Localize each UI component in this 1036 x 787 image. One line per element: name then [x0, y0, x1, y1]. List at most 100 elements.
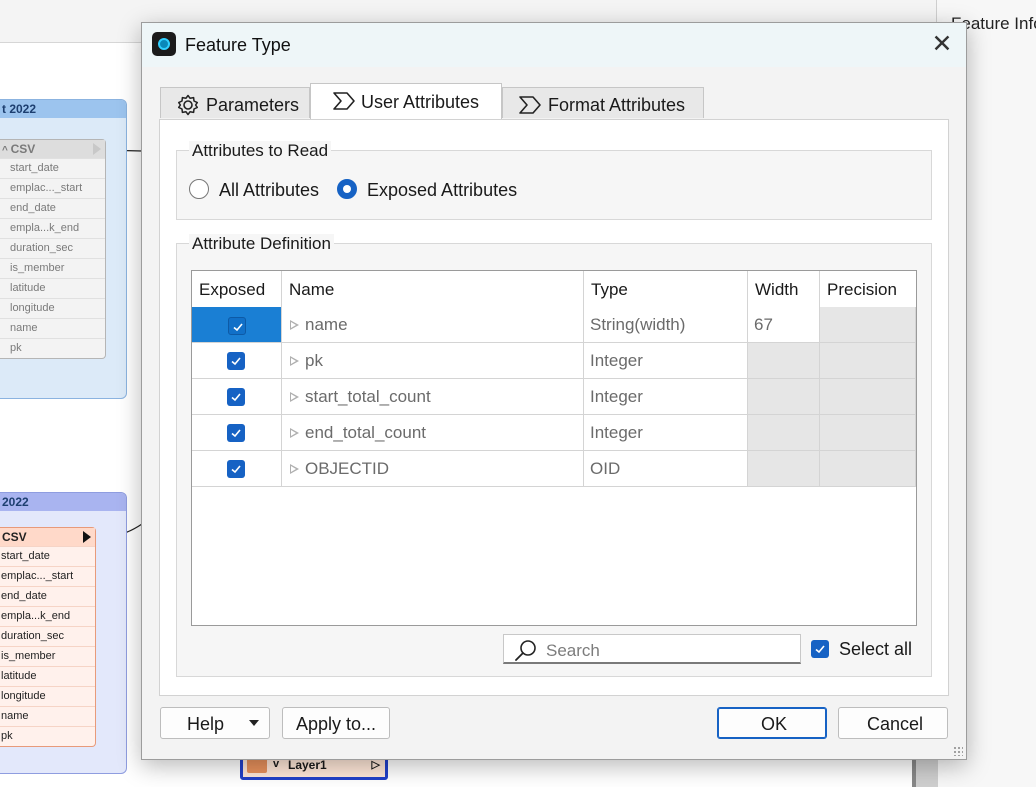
expand-triangle-icon[interactable]	[290, 464, 299, 474]
type-cell[interactable]: Integer	[584, 379, 748, 415]
dropdown-arrow-icon[interactable]	[249, 720, 259, 726]
ok-button[interactable]: OK	[717, 707, 827, 739]
resize-grip-icon[interactable]	[953, 746, 963, 756]
cancel-button[interactable]: Cancel	[838, 707, 948, 739]
output-port-icon[interactable]	[93, 143, 101, 155]
reader-name: CSV	[10, 142, 36, 156]
checkbox-checked[interactable]	[227, 388, 245, 406]
width-cell[interactable]	[748, 415, 820, 451]
precision-cell[interactable]	[820, 307, 916, 343]
name-cell[interactable]: name	[282, 307, 584, 343]
csv-reader-node[interactable]: CSV start_date emplac..._start end_date emp…	[0, 527, 96, 747]
tab-label: User Attributes	[361, 92, 480, 112]
csv-reader-node-disabled[interactable]: ^ CSV start_date emplac..._start end_date e…	[0, 139, 106, 359]
reader-attribute: is_member	[0, 258, 105, 278]
sigma-icon	[519, 96, 541, 114]
table-row[interactable]: pk Integer	[192, 343, 916, 379]
output-port-icon[interactable]	[83, 531, 91, 543]
checkbox-checked[interactable]	[227, 352, 245, 370]
column-header-width[interactable]: Width	[748, 271, 820, 307]
attribute-name: pk	[305, 351, 323, 370]
column-header-exposed[interactable]: Exposed	[192, 271, 282, 307]
checkbox-checked[interactable]	[227, 424, 245, 442]
reader-attribute: duration_sec	[0, 626, 95, 646]
apply-to-button[interactable]: Apply to...	[282, 707, 390, 739]
close-icon[interactable]: ✕	[929, 31, 955, 57]
tab-user-attributes[interactable]: User Attributes	[310, 83, 502, 119]
exposed-cell[interactable]	[192, 379, 282, 415]
reader-attribute: name	[0, 706, 95, 726]
radio-button[interactable]	[189, 179, 209, 199]
column-header-name[interactable]: Name	[282, 271, 584, 307]
reader-attribute: emplac..._start	[0, 178, 105, 198]
type-cell[interactable]: String(width)	[584, 307, 748, 343]
user-attributes-panel: Attributes to Read All Attributes Expose…	[159, 119, 949, 696]
help-button-label: Help	[187, 714, 225, 734]
reader-header: ^ CSV	[0, 140, 105, 158]
name-cell[interactable]: end_total_count	[282, 415, 584, 451]
dialog-titlebar[interactable]: Feature Type ✕	[142, 23, 966, 67]
type-cell[interactable]: Integer	[584, 343, 748, 379]
width-cell[interactable]	[748, 451, 820, 487]
gear-icon	[177, 94, 199, 116]
name-cell[interactable]: start_total_count	[282, 379, 584, 415]
fme-app-icon	[152, 32, 176, 56]
reader-attribute: name	[0, 318, 105, 338]
column-header-precision[interactable]: Precision	[820, 271, 916, 307]
table-row[interactable]: OBJECTID OID	[192, 451, 916, 487]
column-header-type[interactable]: Type	[584, 271, 748, 307]
checkbox-checked[interactable]	[811, 640, 829, 658]
cancel-button-label: Cancel	[867, 714, 924, 734]
reader-attribute: start_date	[0, 158, 105, 178]
name-cell[interactable]: pk	[282, 343, 584, 379]
tab-label: Format Attributes	[548, 95, 686, 115]
attribute-name: start_total_count	[305, 387, 431, 406]
tab-parameters[interactable]: Parameters	[160, 87, 310, 118]
exposed-cell[interactable]	[192, 307, 282, 343]
checkbox-checked[interactable]	[227, 460, 245, 478]
reader-attribute: pk	[0, 338, 105, 358]
select-all-label: Select all	[839, 639, 913, 659]
reader-attribute: emplac..._start	[0, 566, 95, 586]
sigma-icon	[333, 92, 355, 110]
search-placeholder: Search	[546, 641, 600, 660]
expand-triangle-icon[interactable]	[290, 356, 299, 366]
expand-triangle-icon[interactable]	[290, 392, 299, 402]
attributes-to-read-group: Attributes to Read All Attributes Expose…	[176, 141, 932, 220]
checkbox-checked[interactable]	[228, 317, 246, 335]
radio-button[interactable]	[337, 179, 357, 199]
radio-label: All Attributes	[219, 180, 320, 200]
bookmark-title: t 2022	[0, 100, 126, 118]
width-cell[interactable]: 67	[748, 307, 820, 343]
attribute-name: name	[305, 315, 348, 334]
type-cell[interactable]: OID	[584, 451, 748, 487]
table-row[interactable]: end_total_count Integer	[192, 415, 916, 451]
exposed-cell[interactable]	[192, 415, 282, 451]
tab-format-attributes[interactable]: Format Attributes	[502, 87, 704, 118]
table-row[interactable]: start_total_count Integer	[192, 379, 916, 415]
expand-triangle-icon[interactable]	[290, 428, 299, 438]
width-cell[interactable]	[748, 343, 820, 379]
reader-name: CSV	[2, 530, 27, 544]
reader-attribute: latitude	[0, 666, 95, 686]
table-row[interactable]: name String(width) 67	[192, 307, 916, 343]
group-title: Attributes to Read	[189, 141, 332, 161]
reader-attribute: start_date	[0, 546, 95, 566]
attribute-name: end_total_count	[305, 423, 426, 442]
reader-attribute: latitude	[0, 278, 105, 298]
precision-cell[interactable]	[820, 451, 916, 487]
search-field[interactable]: Search	[503, 634, 801, 664]
precision-cell[interactable]	[820, 379, 916, 415]
exposed-cell[interactable]	[192, 343, 282, 379]
exposed-cell[interactable]	[192, 451, 282, 487]
name-cell[interactable]: OBJECTID	[282, 451, 584, 487]
reader-attribute: is_member	[0, 646, 95, 666]
width-cell[interactable]	[748, 379, 820, 415]
reader-attribute: longitude	[0, 686, 95, 706]
feature-type-dialog: Feature Type ✕ Parameters User Attribute…	[141, 22, 967, 760]
expand-triangle-icon[interactable]	[290, 320, 299, 330]
help-button[interactable]: Help	[160, 707, 270, 739]
precision-cell[interactable]	[820, 415, 916, 451]
precision-cell[interactable]	[820, 343, 916, 379]
type-cell[interactable]: Integer	[584, 415, 748, 451]
